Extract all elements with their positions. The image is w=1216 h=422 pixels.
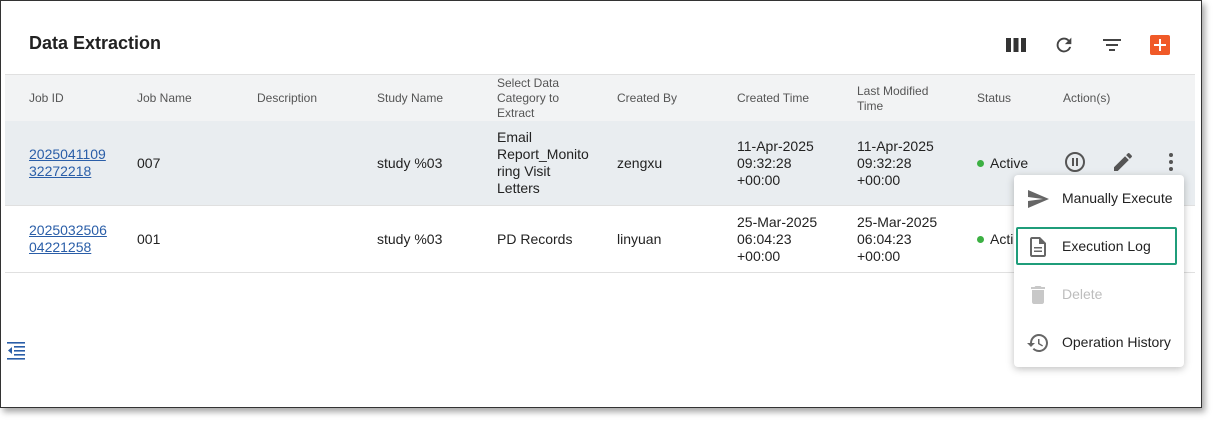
header-status[interactable]: Status bbox=[977, 91, 1011, 106]
created-time: 11-Apr-2025 09:32:28 +00:00 bbox=[737, 138, 814, 188]
header-last-modified-time[interactable]: Last Modified Time bbox=[857, 84, 928, 114]
table-header: Job ID Job Name Description Study Name S… bbox=[5, 74, 1195, 122]
study-name: study %03 bbox=[377, 155, 443, 171]
study-name: study %03 bbox=[377, 231, 443, 247]
job-name: 001 bbox=[137, 231, 161, 247]
menu-item-operation-history[interactable]: Operation History bbox=[1014, 319, 1184, 367]
header-data-category[interactable]: Select Data Category to Extract bbox=[497, 76, 559, 121]
menu-item-manually-execute[interactable]: Manually Execute bbox=[1014, 175, 1184, 223]
filter-icon[interactable] bbox=[1101, 34, 1123, 56]
delete-icon bbox=[1026, 283, 1050, 307]
menu-item-execution-log[interactable]: Execution Log bbox=[1014, 223, 1184, 271]
document-icon bbox=[1026, 235, 1050, 259]
job-id-link[interactable]: 2025032506 04221258 bbox=[29, 222, 107, 256]
last-modified-time: 11-Apr-2025 09:32:28 +00:00 bbox=[857, 138, 934, 188]
data-category: Email Report_Monito ring Visit Letters bbox=[497, 129, 589, 196]
more-vert-icon[interactable] bbox=[1159, 150, 1183, 174]
status-badge: Acti bbox=[977, 231, 1013, 248]
status-dot-icon bbox=[977, 235, 984, 243]
header-created-by[interactable]: Created By bbox=[617, 91, 677, 106]
refresh-icon[interactable] bbox=[1053, 34, 1075, 56]
collapse-sidebar-icon[interactable] bbox=[6, 340, 26, 360]
header-job-id[interactable]: Job ID bbox=[29, 91, 64, 106]
header-job-name[interactable]: Job Name bbox=[137, 91, 192, 106]
row-actions-menu: Manually Execute Execution Log Delete Op… bbox=[1014, 175, 1184, 367]
data-category: PD Records bbox=[497, 231, 573, 247]
created-by: zengxu bbox=[617, 155, 663, 171]
pause-icon[interactable] bbox=[1063, 150, 1087, 174]
created-by: linyuan bbox=[617, 231, 662, 247]
header-description[interactable]: Description bbox=[257, 91, 317, 106]
header-actions: Action(s) bbox=[1063, 91, 1111, 105]
status-dot-icon bbox=[977, 159, 984, 167]
page-title: Data Extraction bbox=[29, 33, 162, 53]
header-created-time[interactable]: Created Time bbox=[737, 91, 809, 106]
job-id-link[interactable]: 2025041109 32272218 bbox=[29, 146, 106, 180]
edit-icon[interactable] bbox=[1111, 150, 1135, 174]
created-time: 25-Mar-2025 06:04:23 +00:00 bbox=[737, 214, 818, 264]
add-box-icon[interactable] bbox=[1149, 34, 1171, 56]
status-badge: Active bbox=[977, 155, 1028, 172]
menu-item-delete: Delete bbox=[1014, 271, 1184, 319]
app-window: Data Extraction Job ID Job Name Descript… bbox=[0, 0, 1202, 408]
job-name: 007 bbox=[137, 155, 161, 171]
header-study-name[interactable]: Study Name bbox=[377, 91, 443, 106]
view-column-icon[interactable] bbox=[1005, 34, 1027, 56]
history-icon bbox=[1026, 331, 1050, 355]
last-modified-time: 25-Mar-2025 06:04:23 +00:00 bbox=[857, 214, 938, 264]
send-icon bbox=[1026, 187, 1050, 211]
